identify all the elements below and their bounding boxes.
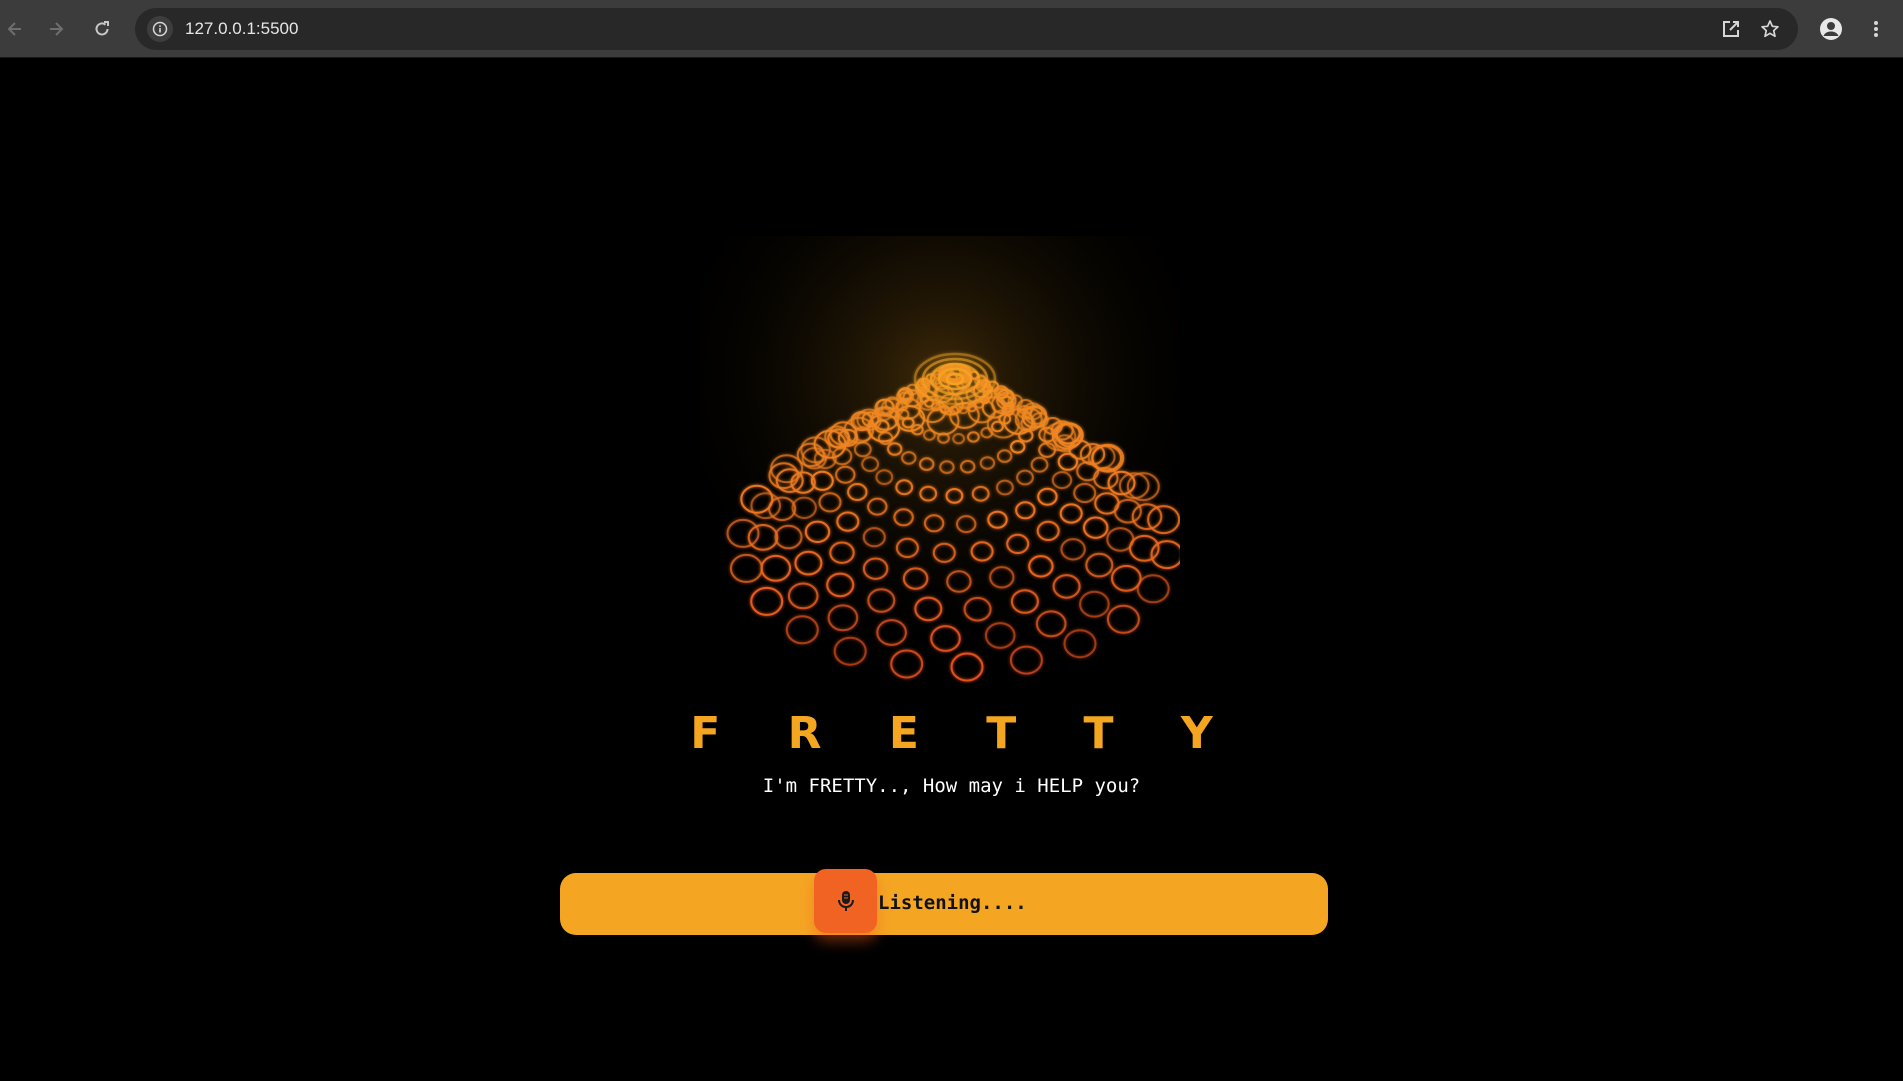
microphone-icon [835,889,857,913]
person-icon [1819,17,1843,41]
back-button[interactable] [0,14,30,44]
particle-orb-animation [700,236,1180,706]
mic-button[interactable] [814,869,877,933]
profile-button[interactable] [1816,14,1846,44]
arrow-left-icon [5,19,25,39]
open-external-button[interactable] [1716,14,1746,44]
open-in-new-icon [1721,19,1741,39]
reload-icon [92,19,112,39]
arrow-right-icon [46,19,66,39]
address-bar[interactable]: 127.0.0.1:5500 [135,8,1798,50]
more-vert-icon [1866,19,1886,39]
menu-button[interactable] [1861,14,1891,44]
forward-button[interactable] [41,14,71,44]
page-content: F R E T T Y I'm FRETTY.., How may i HELP… [0,58,1903,1081]
star-icon [1760,19,1780,39]
bookmark-button[interactable] [1755,14,1785,44]
listening-status: Listening.... [878,892,1027,914]
url-text[interactable]: 127.0.0.1:5500 [185,19,298,39]
site-info-button[interactable] [147,16,173,42]
greeting-text: I'm FRETTY.., How may i HELP you? [0,775,1903,797]
browser-toolbar: 127.0.0.1:5500 [0,0,1903,58]
orb-graphic [700,236,1180,706]
info-icon [152,21,168,37]
reload-button[interactable] [87,14,117,44]
app-title: F R E T T Y [0,708,1903,759]
